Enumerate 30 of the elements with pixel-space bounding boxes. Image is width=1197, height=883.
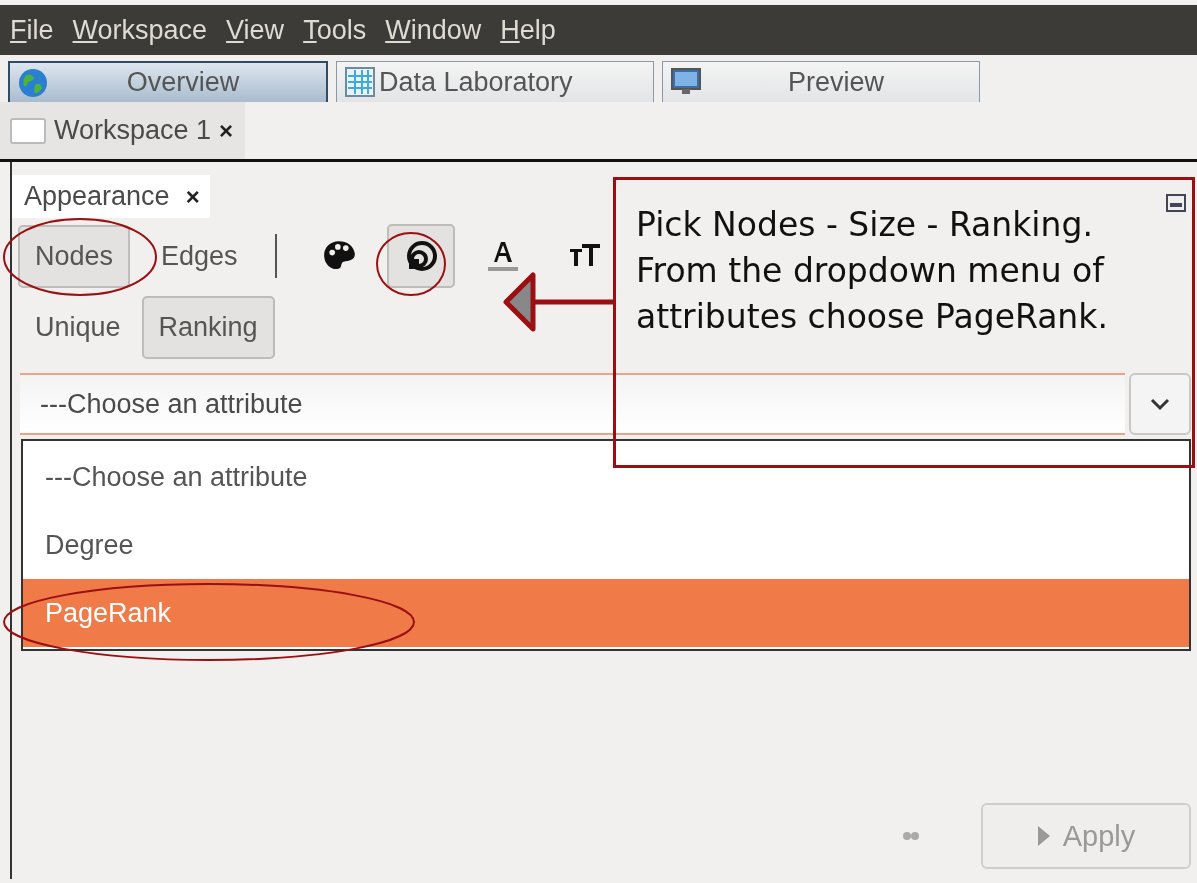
dropdown-option[interactable]: Degree	[23, 511, 1189, 579]
element-tab[interactable]: Nodes	[18, 224, 131, 288]
play-icon	[1036, 825, 1051, 847]
attribute-dropdown[interactable]: ---Choose an attribute	[20, 373, 1125, 435]
menu-item[interactable]: View	[226, 14, 285, 46]
size-icon[interactable]	[386, 224, 455, 288]
table-icon	[345, 67, 375, 97]
document-icon	[10, 117, 46, 144]
dropdown-button[interactable]	[1129, 373, 1191, 435]
close-button[interactable]: ×	[185, 182, 200, 211]
close-button[interactable]: ×	[219, 116, 234, 145]
menu-item[interactable]: Tools	[303, 14, 367, 46]
perspective-tab[interactable]: Preview	[662, 61, 980, 102]
menu-item[interactable]: Window	[385, 14, 482, 46]
dropdown-option[interactable]: ---Choose an attribute	[23, 443, 1189, 511]
minimize-icon[interactable]	[1166, 194, 1186, 212]
highlight-ellipse	[376, 232, 446, 296]
mode-tab[interactable]: Ranking	[141, 296, 275, 359]
menu-item[interactable]: Workspace	[72, 14, 208, 46]
menu-item[interactable]: Help	[500, 14, 556, 46]
perspective-tab[interactable]: Overview	[8, 61, 328, 102]
perspective-tab[interactable]: Data Laboratory	[336, 61, 654, 102]
element-tab[interactable]: Edges	[144, 224, 255, 288]
workspace-tab[interactable]: Workspace 1 ×	[0, 102, 246, 159]
globe-icon	[18, 67, 48, 98]
menu-item[interactable]: File	[10, 14, 54, 46]
panel-tab[interactable]: Appearance ×	[12, 175, 210, 218]
monitor-icon	[671, 67, 701, 97]
chevron-down-icon	[1150, 397, 1170, 411]
mode-tab[interactable]: Unique	[18, 296, 138, 359]
